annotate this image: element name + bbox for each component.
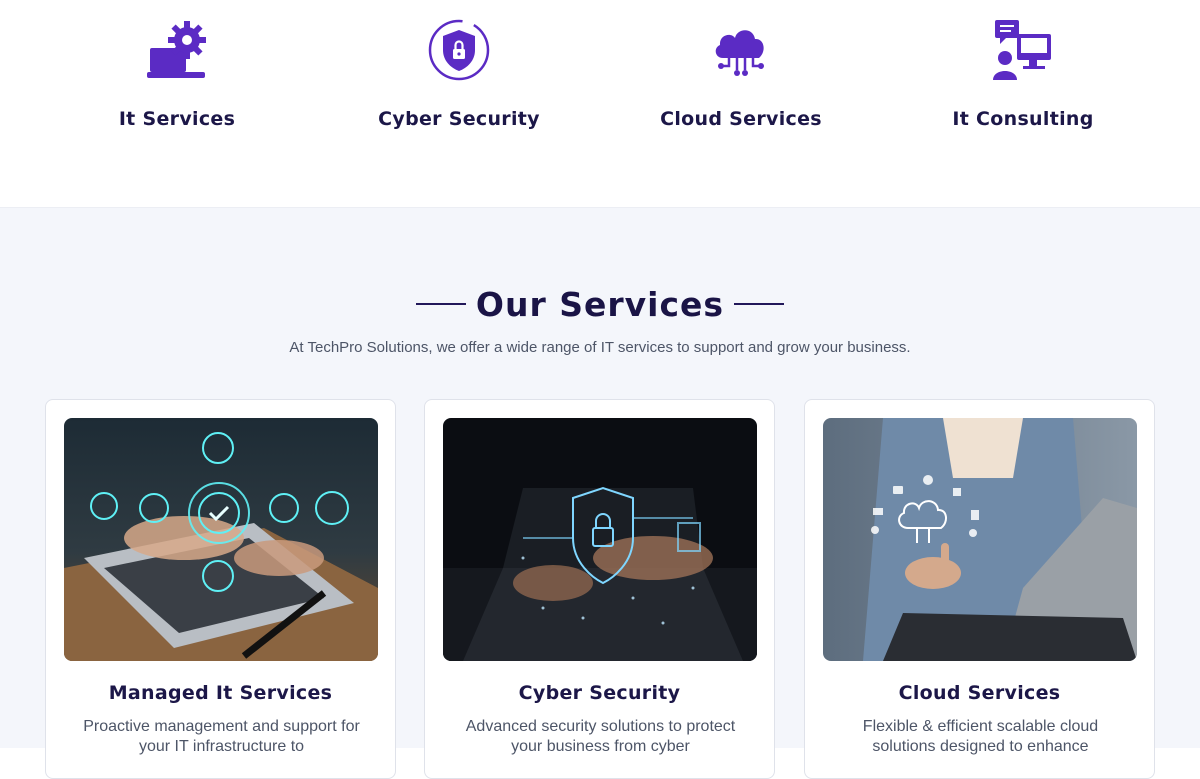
cloud-network-icon (715, 30, 764, 76)
section-subtitle: At TechPro Solutions, we offer a wide ra… (289, 339, 911, 356)
feature-cloud-services[interactable]: Cloud Services (600, 18, 882, 130)
heading-divider-right (734, 303, 785, 305)
laptop-shield-lock-image (443, 418, 757, 661)
feature-title: It Services (118, 108, 236, 130)
consultant-monitor-icon (993, 20, 1051, 80)
feature-title: It Consulting (952, 108, 1094, 130)
service-card-cyber-security[interactable]: Cyber Security Advanced security solutio… (424, 399, 775, 779)
section-heading: Our Services (0, 282, 1200, 326)
section-title: Our Services (475, 284, 725, 324)
card-title: Cloud Services (898, 682, 1061, 704)
card-description: Proactive management and support for you… (83, 718, 360, 755)
services-section: Our Services At TechPro Solutions, we of… (0, 207, 1200, 779)
feature-cyber-security[interactable]: Cyber Security (318, 18, 600, 130)
feature-it-services[interactable]: It Services (36, 18, 318, 130)
card-description: Flexible & efficient scalable cloud solu… (862, 718, 1099, 755)
shield-lock-icon (428, 19, 490, 81)
feature-title: Cloud Services (660, 108, 822, 130)
service-card-cloud-services[interactable]: Cloud Services Flexible & efficient scal… (804, 399, 1155, 779)
laptop-gear-icon (147, 21, 206, 78)
card-description: Advanced security solutions to protect y… (465, 718, 736, 755)
features-strip: It Services Cyber Security Cloud Service… (0, 0, 1200, 207)
man-touching-cloud-icon-image (823, 418, 1137, 661)
hands-typing-laptop-with-icons-image (64, 418, 378, 661)
service-card-managed-it[interactable]: Managed It Services Proactive management… (45, 399, 396, 779)
feature-it-consulting[interactable]: It Consulting (882, 18, 1164, 130)
feature-title: Cyber Security (378, 108, 540, 130)
heading-divider-left (415, 303, 466, 305)
card-title: Managed It Services (108, 682, 333, 704)
card-title: Cyber Security (518, 682, 681, 704)
